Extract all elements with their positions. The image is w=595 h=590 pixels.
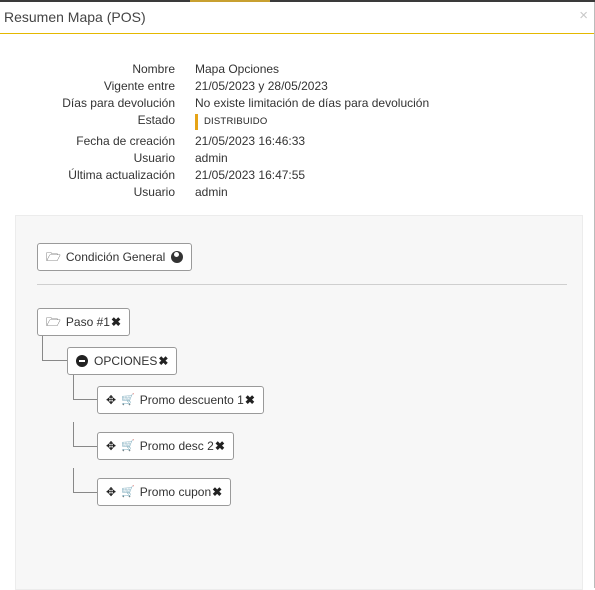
move-icon[interactable]: ✥	[106, 440, 116, 452]
info-value: 21/05/2023 16:47:55	[195, 168, 306, 182]
info-value: No existe limitación de días para devolu…	[195, 96, 430, 110]
folder-open-icon: 🗁	[46, 250, 61, 264]
info-row-return-days: Días para devolución No existe limitació…	[0, 96, 594, 112]
close-icon[interactable]: ×	[579, 8, 588, 23]
status-badge: DISTRIBUIDO	[195, 114, 267, 130]
info-label: Vigente entre	[103, 79, 175, 93]
options-group-node[interactable]: OPCIONES ✖	[67, 347, 178, 375]
remove-icon[interactable]: ✖	[158, 354, 168, 368]
info-label: Última actualización	[68, 168, 175, 182]
info-row-updated: Última actualización 21/05/2023 16:47:55	[0, 168, 594, 184]
remove-icon[interactable]: ✖	[212, 485, 222, 499]
info-label: Usuario	[133, 151, 175, 165]
cart-icon: 🛒	[121, 486, 135, 498]
info-label: Nombre	[132, 62, 175, 76]
step-node[interactable]: 🗁 Paso #1 ✖	[37, 308, 130, 336]
info-value: admin	[195, 185, 228, 199]
cart-icon: 🛒	[121, 440, 135, 452]
tree-connector	[73, 468, 99, 493]
promo-label: Promo cupon	[139, 485, 212, 499]
modal-dialog: Resumen Mapa (POS) × Nombre Mapa Opcione…	[0, 2, 595, 590]
folder-open-icon: 🗁	[46, 315, 61, 329]
info-row-status: Estado DISTRIBUIDO	[0, 113, 594, 130]
info-row-updated-user: Usuario admin	[0, 185, 594, 201]
promo-label: Promo desc 2	[139, 439, 214, 453]
remove-icon[interactable]: ✖	[215, 439, 225, 453]
remove-icon[interactable]: ✖	[111, 315, 121, 329]
move-icon[interactable]: ✥	[106, 486, 116, 498]
map-tree-panel: 🗁 Condición General 🗁 Paso #1 ✖ OPCIONES…	[15, 215, 583, 590]
info-value: 21/05/2023 y 28/05/2023	[195, 79, 328, 93]
info-label: Usuario	[133, 185, 175, 199]
info-value: 21/05/2023 16:46:33	[195, 134, 306, 148]
general-condition-label: Condición General	[65, 250, 166, 264]
info-value: admin	[195, 151, 228, 165]
info-value: Mapa Opciones	[195, 62, 280, 76]
info-label: Estado	[137, 113, 175, 127]
info-row-name: Nombre Mapa Opciones	[0, 62, 594, 78]
tree-connector	[73, 375, 99, 400]
minus-circle-icon	[76, 355, 88, 367]
globe-icon	[171, 251, 184, 263]
info-row-created-user: Usuario admin	[0, 151, 594, 167]
move-icon[interactable]: ✥	[106, 394, 116, 406]
info-row-validity: Vigente entre 21/05/2023 y 28/05/2023	[0, 79, 594, 95]
step-label: Paso #1	[65, 315, 110, 329]
info-label: Días para devolución	[62, 96, 175, 110]
remove-icon[interactable]: ✖	[245, 393, 255, 407]
tree-connector	[73, 422, 99, 447]
modal-header: Resumen Mapa (POS) ×	[0, 2, 594, 34]
info-row-created: Fecha de creación 21/05/2023 16:46:33	[0, 134, 594, 150]
promo-label: Promo descuento 1	[139, 393, 244, 407]
promo-node[interactable]: ✥ 🛒 Promo cupon ✖	[97, 478, 232, 506]
options-group-label: OPCIONES	[94, 354, 158, 368]
modal-title: Resumen Mapa (POS)	[4, 9, 146, 25]
info-label: Fecha de creación	[76, 134, 175, 148]
tree-connector	[42, 336, 68, 361]
cart-icon: 🛒	[121, 394, 135, 406]
general-condition-button[interactable]: 🗁 Condición General	[37, 243, 193, 271]
promo-node[interactable]: ✥ 🛒 Promo desc 2 ✖	[97, 432, 234, 460]
divider	[37, 284, 567, 285]
promo-node[interactable]: ✥ 🛒 Promo descuento 1 ✖	[97, 386, 264, 414]
